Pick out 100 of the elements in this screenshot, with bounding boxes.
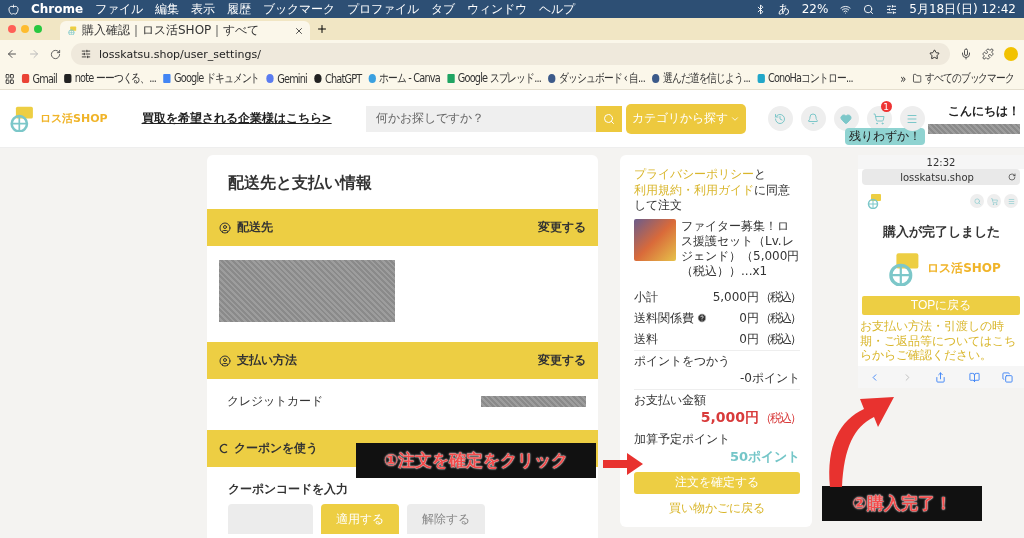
site-settings-icon[interactable] [81,49,91,59]
bookmark-item[interactable]: Google スプレッド... [447,70,542,87]
menu-item[interactable]: ウィンドウ [467,0,528,18]
product-name: ファイター募集！ロス援護セット（Lv.レジェンド）（5,000円（税込））...x1 [681,218,800,279]
more-bookmarks-button[interactable]: » [900,71,906,86]
bookmark-item[interactable]: Google ドキュメント [163,70,260,87]
apple-icon[interactable] [8,3,19,15]
history-icon [774,112,787,125]
bookmark-item[interactable]: ダッシュボード ‹ 自... [548,70,645,87]
summary-label: 送料 [634,330,658,348]
apps-icon[interactable] [4,72,15,85]
low-stock-tooltip: 残りわずか！ [844,128,925,145]
field-label: クーポンコードを入力 [228,481,349,498]
summary-value: 0円 [739,309,759,327]
reload-icon[interactable] [50,48,61,60]
close-window-icon[interactable] [8,25,16,33]
address-bar[interactable]: losskatsu.shop/user_settings/ [71,43,950,65]
wifi-icon[interactable] [840,3,852,15]
share-icon[interactable] [935,371,947,383]
section-title: 支払い方法 [237,352,297,369]
completion-heading: 購入が完了しました [881,223,1001,241]
coupon-icon [219,443,228,454]
search-icon [602,112,615,125]
section-title: 配送先 [237,219,273,236]
summary-label: 加算予定ポイント [634,430,731,448]
section-title: クーポンを使う [234,440,318,457]
phone-logo: ロス活SHOP [858,251,1024,287]
summary-value: -0ポイント [740,369,800,387]
change-link[interactable]: 変更する [538,352,586,369]
bookmark-item[interactable]: ChatGPT [314,71,362,86]
menu-button[interactable] [899,106,925,131]
extensions-icon[interactable] [982,48,994,60]
summary-value: 50ポイント [729,447,800,466]
tax-note: （税込） [760,330,800,348]
history-button[interactable] [767,106,793,131]
bookmark-item[interactable]: ConoHaコントロー... [757,70,853,87]
summary-label: 小計 [634,288,658,306]
tabs-icon[interactable] [1001,371,1013,383]
business-link[interactable]: 買取を希望される企業様はこちら> [141,110,332,127]
product-photo-placeholder [634,218,676,261]
battery-percentage: 22% [801,2,829,16]
payment-method: クレジットカード [227,393,323,410]
search-field[interactable]: 何かお探しですか？ [365,105,596,132]
close-icon[interactable] [294,25,304,36]
search-icon [973,197,981,205]
logo-globe-bag-icon [66,25,78,36]
heart-icon [840,112,853,125]
cart-icon [873,112,886,125]
card-title: 配送先と支払い情報 [228,173,373,194]
url-text: losskatsu.shop/user_settings/ [99,47,261,61]
greeting-text: こんにちは！ [948,103,1020,120]
all-bookmarks-folder[interactable]: すべてのブックマーク [912,70,1015,87]
summary-label: ポイントをつかう [634,352,731,370]
user-icon [219,354,231,367]
summary-label: お支払い金額 [634,391,706,409]
bell-button[interactable] [800,106,826,131]
phone-address-bar[interactable]: losskatsu.shop [862,169,1020,185]
help-icon[interactable] [697,313,707,324]
folder-icon [912,73,922,84]
new-tab-icon[interactable] [316,23,328,35]
bookmark-item[interactable]: Gemini [266,71,307,86]
menu-item[interactable]: ブックマーク [263,0,336,18]
control-center-icon[interactable] [886,3,898,15]
notice-text: お支払い方法・引渡しの時期・ご返品等についてはこちらからご確認ください。 [860,319,1017,363]
browser-tab[interactable]: 購入確認｜ロス活SHOP｜すべて [60,21,310,40]
bookmark-item[interactable]: Gmail [21,71,57,86]
summary-label: 送料関係費 [634,309,707,327]
menu-item[interactable]: 表示 [191,0,216,18]
menu-item[interactable]: Chrome [31,2,84,16]
book-icon[interactable] [968,371,980,383]
search-icon[interactable] [863,3,875,15]
change-link[interactable]: 変更する [538,219,586,236]
menu-item[interactable]: ファイル [95,0,144,18]
arrow-right-icon [603,453,643,475]
summary-value: 0円 [739,330,759,348]
bookmark-star-icon[interactable] [929,48,940,60]
zoom-window-icon[interactable] [34,25,42,33]
menu-item[interactable]: 履歴 [227,0,252,18]
annotation-label: ②購入完了！ [822,486,982,521]
heart-button[interactable] [833,106,859,131]
menu-item[interactable]: ヘルプ [539,0,576,18]
summary-value: 5,000円 [700,408,759,427]
tax-note: （税込） [760,409,800,427]
tax-note: （税込） [760,309,800,327]
menu-icon [906,112,919,125]
menu-item[interactable]: タブ [431,0,456,18]
annotation-label: ①注文を確定をクリック [356,443,596,478]
reload-icon[interactable] [1008,173,1016,181]
input-mode-indicator[interactable]: あ [777,0,790,18]
profile-avatar[interactable] [1004,47,1018,61]
menu-item[interactable]: 編集 [155,0,180,18]
microphone-icon[interactable] [960,48,972,60]
menu-item[interactable]: プロファイル [347,0,420,18]
back-icon[interactable] [6,48,18,60]
bookmark-item[interactable]: ホーム - Canva [368,70,440,87]
bookmark-item[interactable]: note ーーつくる、... [64,70,157,87]
bell-icon [807,112,820,125]
bookmark-item[interactable]: 選んだ道を信じよう... [652,70,751,87]
cart-count-badge: 1 [880,101,892,112]
search-button[interactable] [595,105,622,132]
